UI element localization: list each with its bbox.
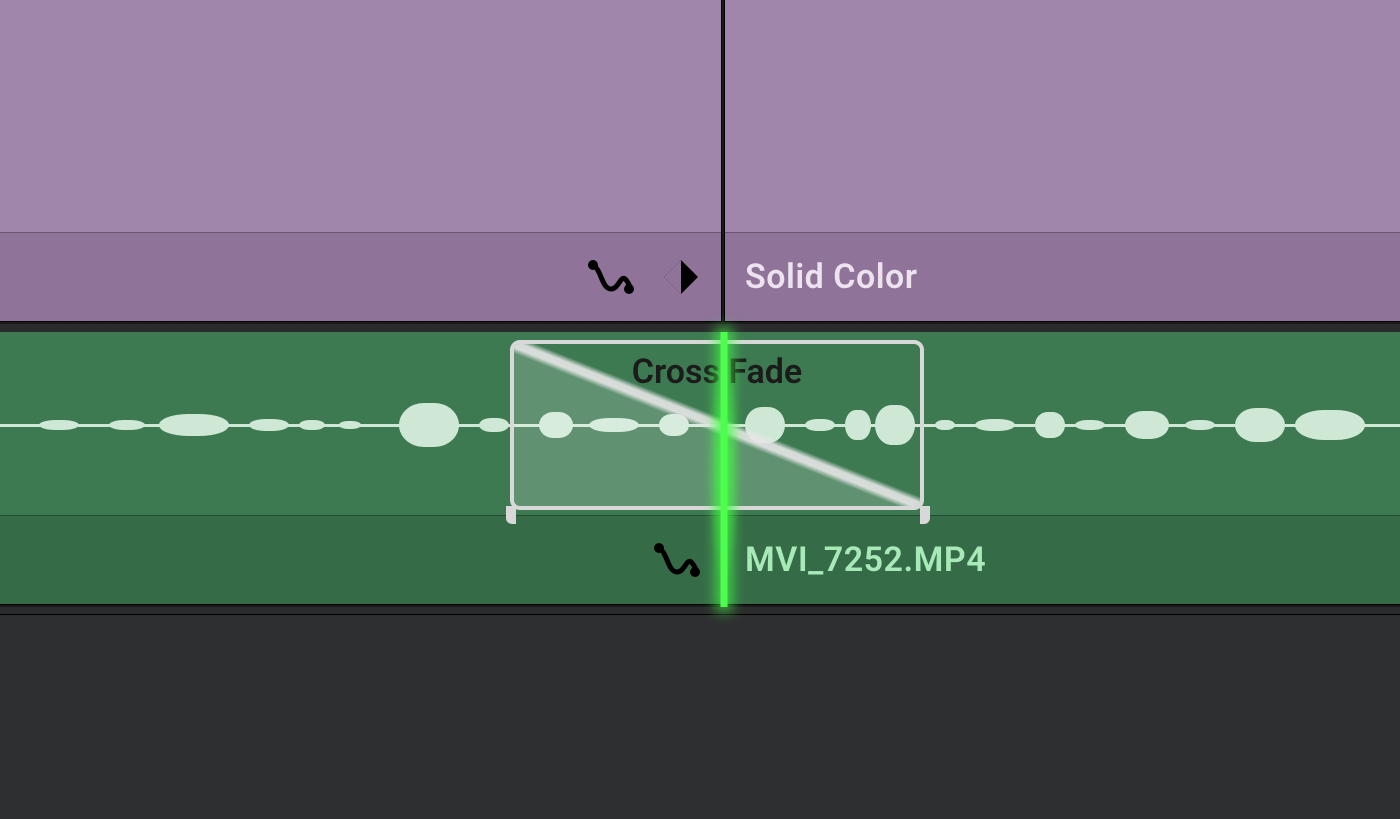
audio-clip-right-title: MVI_7252.MP4 xyxy=(745,540,986,580)
video-clip-right-title: Solid Color xyxy=(745,257,918,297)
video-clip-right[interactable]: Solid Color xyxy=(724,0,1400,322)
clip-icons xyxy=(587,257,701,297)
audio-transition-crossfade[interactable]: Cross Fade xyxy=(510,340,924,510)
empty-track[interactable] xyxy=(0,614,1400,819)
ease-curve-icon xyxy=(653,540,701,580)
diamond-keyframe-icon xyxy=(661,257,701,297)
clip-icons xyxy=(653,540,701,580)
transition-handle-right[interactable] xyxy=(920,506,930,524)
audio-clip-left-label-band xyxy=(0,515,721,604)
audio-clip-right-label-band: MVI_7252.MP4 xyxy=(725,515,1400,604)
video-clip-left-label-band xyxy=(0,232,721,321)
transition-handle-left[interactable] xyxy=(506,506,516,524)
video-clip-left[interactable] xyxy=(0,0,722,322)
transition-label: Cross Fade xyxy=(514,352,920,392)
video-track[interactable]: Solid Color xyxy=(0,0,1400,324)
ease-curve-icon xyxy=(587,257,635,297)
playhead[interactable] xyxy=(721,332,728,607)
video-clip-right-label-band: Solid Color xyxy=(725,232,1400,321)
